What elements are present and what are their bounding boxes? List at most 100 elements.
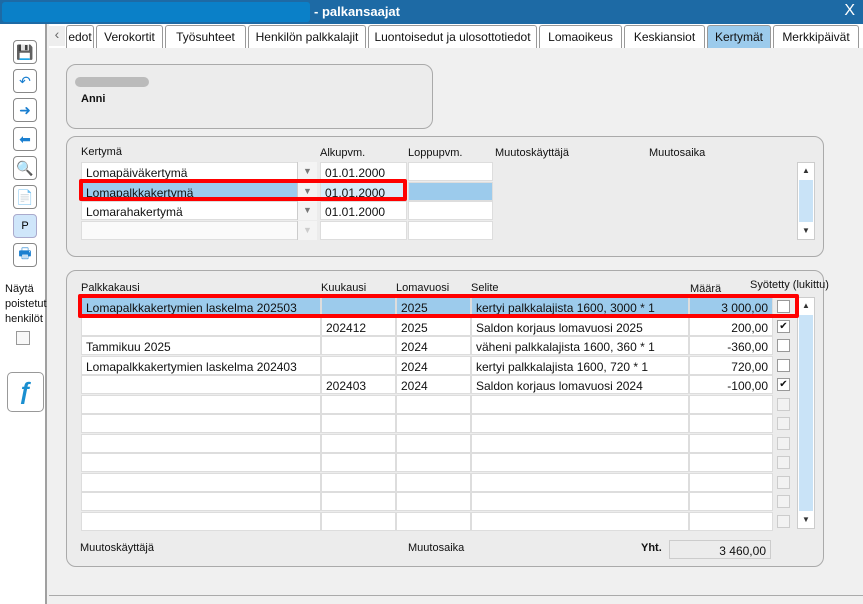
kertyma-combo[interactable] xyxy=(81,220,317,240)
lomavuosi-cell xyxy=(396,472,471,492)
undo-icon[interactable]: ↶ xyxy=(13,69,37,93)
p-button[interactable]: P xyxy=(13,214,37,238)
locked-checkbox[interactable] xyxy=(777,417,790,430)
palkkakausi-cell: Tammikuu 2025 xyxy=(81,336,321,355)
locked-checkbox[interactable] xyxy=(777,456,790,469)
tab-henkilön-palkkalajit[interactable]: Henkilön palkkalajit xyxy=(248,25,366,48)
save-icon[interactable]: 💾 xyxy=(13,40,37,64)
kuukausi-cell xyxy=(321,433,396,453)
show-deleted-label: Näytä poistetut henkilöt xyxy=(5,283,47,325)
search-icon[interactable]: 🔍 xyxy=(13,156,37,180)
tab-keskiansiot[interactable]: Keskiansiot xyxy=(624,25,705,48)
locked-checkbox[interactable] xyxy=(777,436,790,450)
tab-merkkipäivät[interactable]: Merkkipäivät xyxy=(773,25,859,48)
loppupvm-field[interactable] xyxy=(408,201,493,220)
kuukausi-cell xyxy=(321,336,396,355)
forward-icon[interactable]: ➜ xyxy=(13,98,37,122)
locked-checkbox[interactable]: ✔ xyxy=(777,319,790,333)
close-button[interactable]: X xyxy=(844,2,855,20)
back-icon[interactable]: ⬅ xyxy=(13,127,37,151)
tab-lomaoikeus[interactable]: Lomaoikeus xyxy=(539,25,622,48)
alkupvm-field[interactable]: 01.01.2000 xyxy=(320,201,407,220)
chevron-down-icon[interactable]: ▼ xyxy=(297,220,317,240)
palkkakausi-cell xyxy=(81,453,321,472)
lomavuosi-cell xyxy=(396,394,471,414)
lomavuosi-cell: 2024 xyxy=(396,336,471,355)
selite-cell xyxy=(471,511,689,531)
selite-cell: Saldon korjaus lomavuosi 2025 xyxy=(471,316,689,336)
locked-checkbox[interactable] xyxy=(777,514,790,528)
scroll-thumb[interactable] xyxy=(799,180,813,222)
show-deleted-checkbox[interactable] xyxy=(16,331,30,345)
kuukausi-cell xyxy=(321,472,396,492)
header-kuukausi: Kuukausi xyxy=(321,282,367,294)
palkkakausi-cell xyxy=(81,511,321,531)
header-muutoskayttaja: Muutoskäyttäjä xyxy=(495,147,569,159)
new-document-icon[interactable]: 📄 xyxy=(13,185,37,209)
palkkakausi-cell xyxy=(81,316,321,336)
palkkakausi-cell xyxy=(81,394,321,414)
maara-cell xyxy=(689,492,773,511)
header-alkupvm: Alkupvm. xyxy=(320,147,366,159)
print-icon[interactable]: 🖶 xyxy=(13,243,37,267)
locked-checkbox[interactable] xyxy=(777,339,790,352)
alkupvm-field[interactable] xyxy=(320,220,407,240)
selite-cell xyxy=(471,492,689,511)
tab-työsuhteet[interactable]: Työsuhteet xyxy=(165,25,246,48)
accruals-scrollbar[interactable]: ▲ ▼ xyxy=(797,162,815,240)
header-lomavuosi: Lomavuosi xyxy=(396,282,450,294)
maara-cell xyxy=(689,511,773,531)
lomavuosi-cell xyxy=(396,433,471,453)
tab-scroll-left-icon[interactable]: ‹ xyxy=(49,26,65,46)
maara-cell xyxy=(689,453,773,472)
kuukausi-cell xyxy=(321,492,396,511)
loppupvm-field[interactable] xyxy=(408,162,493,181)
tab-luontoisedut-ja-ulosottotiedot[interactable]: Luontoisedut ja ulosottotiedot xyxy=(368,25,537,48)
selite-cell xyxy=(471,394,689,414)
lomavuosi-cell xyxy=(396,511,471,531)
tab-verokortit[interactable]: Verokortit xyxy=(96,25,163,48)
entries-scrollbar[interactable]: ▲ ▼ xyxy=(797,297,815,529)
maara-cell: -100,00 xyxy=(689,375,773,394)
scroll-thumb[interactable] xyxy=(799,315,813,511)
loppupvm-field[interactable] xyxy=(408,220,493,240)
scroll-up-icon[interactable]: ▲ xyxy=(798,163,814,179)
maara-cell: 720,00 xyxy=(689,355,773,375)
locked-checkbox[interactable] xyxy=(777,397,790,411)
loppupvm-field[interactable] xyxy=(408,181,493,201)
header-syotetty: Syötetty (lukittu) xyxy=(750,279,829,291)
total-label: Yht. xyxy=(641,542,662,554)
kuukausi-cell xyxy=(321,511,396,531)
chevron-down-icon[interactable]: ▼ xyxy=(297,201,317,220)
footer-muutoskayttaja: Muutoskäyttäjä xyxy=(80,542,154,554)
window-title: - palkansaajat xyxy=(314,4,400,19)
locked-checkbox[interactable] xyxy=(777,475,790,489)
kertyma-combo[interactable]: Lomarahakertymä xyxy=(81,201,317,220)
logo-icon[interactable]: ƒ xyxy=(7,372,44,412)
palkkakausi-cell: Lomapalkkakertymien laskelma 202403 xyxy=(81,355,321,375)
scroll-down-icon[interactable]: ▼ xyxy=(798,512,814,528)
kuukausi-cell xyxy=(321,453,396,472)
scroll-up-icon[interactable]: ▲ xyxy=(798,298,814,314)
tab-edot[interactable]: edot xyxy=(66,25,94,48)
palkkakausi-cell xyxy=(81,375,321,394)
lomavuosi-cell: 2025 xyxy=(396,316,471,336)
scroll-down-icon[interactable]: ▼ xyxy=(798,223,814,239)
header-muutosaika: Muutosaika xyxy=(649,147,706,159)
palkkakausi-cell xyxy=(81,492,321,511)
selite-cell xyxy=(471,414,689,433)
redacted-text xyxy=(75,77,149,87)
kuukausi-cell xyxy=(321,355,396,375)
locked-checkbox[interactable] xyxy=(777,495,790,508)
selite-cell: kertyi palkkalajista 1600, 720 * 1 xyxy=(471,355,689,375)
locked-checkbox[interactable] xyxy=(777,358,790,372)
kuukausi-cell xyxy=(321,414,396,433)
maara-cell: 200,00 xyxy=(689,316,773,336)
lomavuosi-cell: 2024 xyxy=(396,375,471,394)
selite-cell: väheni palkkalajista 1600, 360 * 1 xyxy=(471,336,689,355)
redacted-title xyxy=(2,2,310,22)
locked-checkbox[interactable]: ✔ xyxy=(777,378,790,391)
tab-kertymät[interactable]: Kertymät xyxy=(707,25,771,48)
header-palkkakausi: Palkkakausi xyxy=(81,282,140,294)
total-value: 3 460,00 xyxy=(669,540,771,559)
